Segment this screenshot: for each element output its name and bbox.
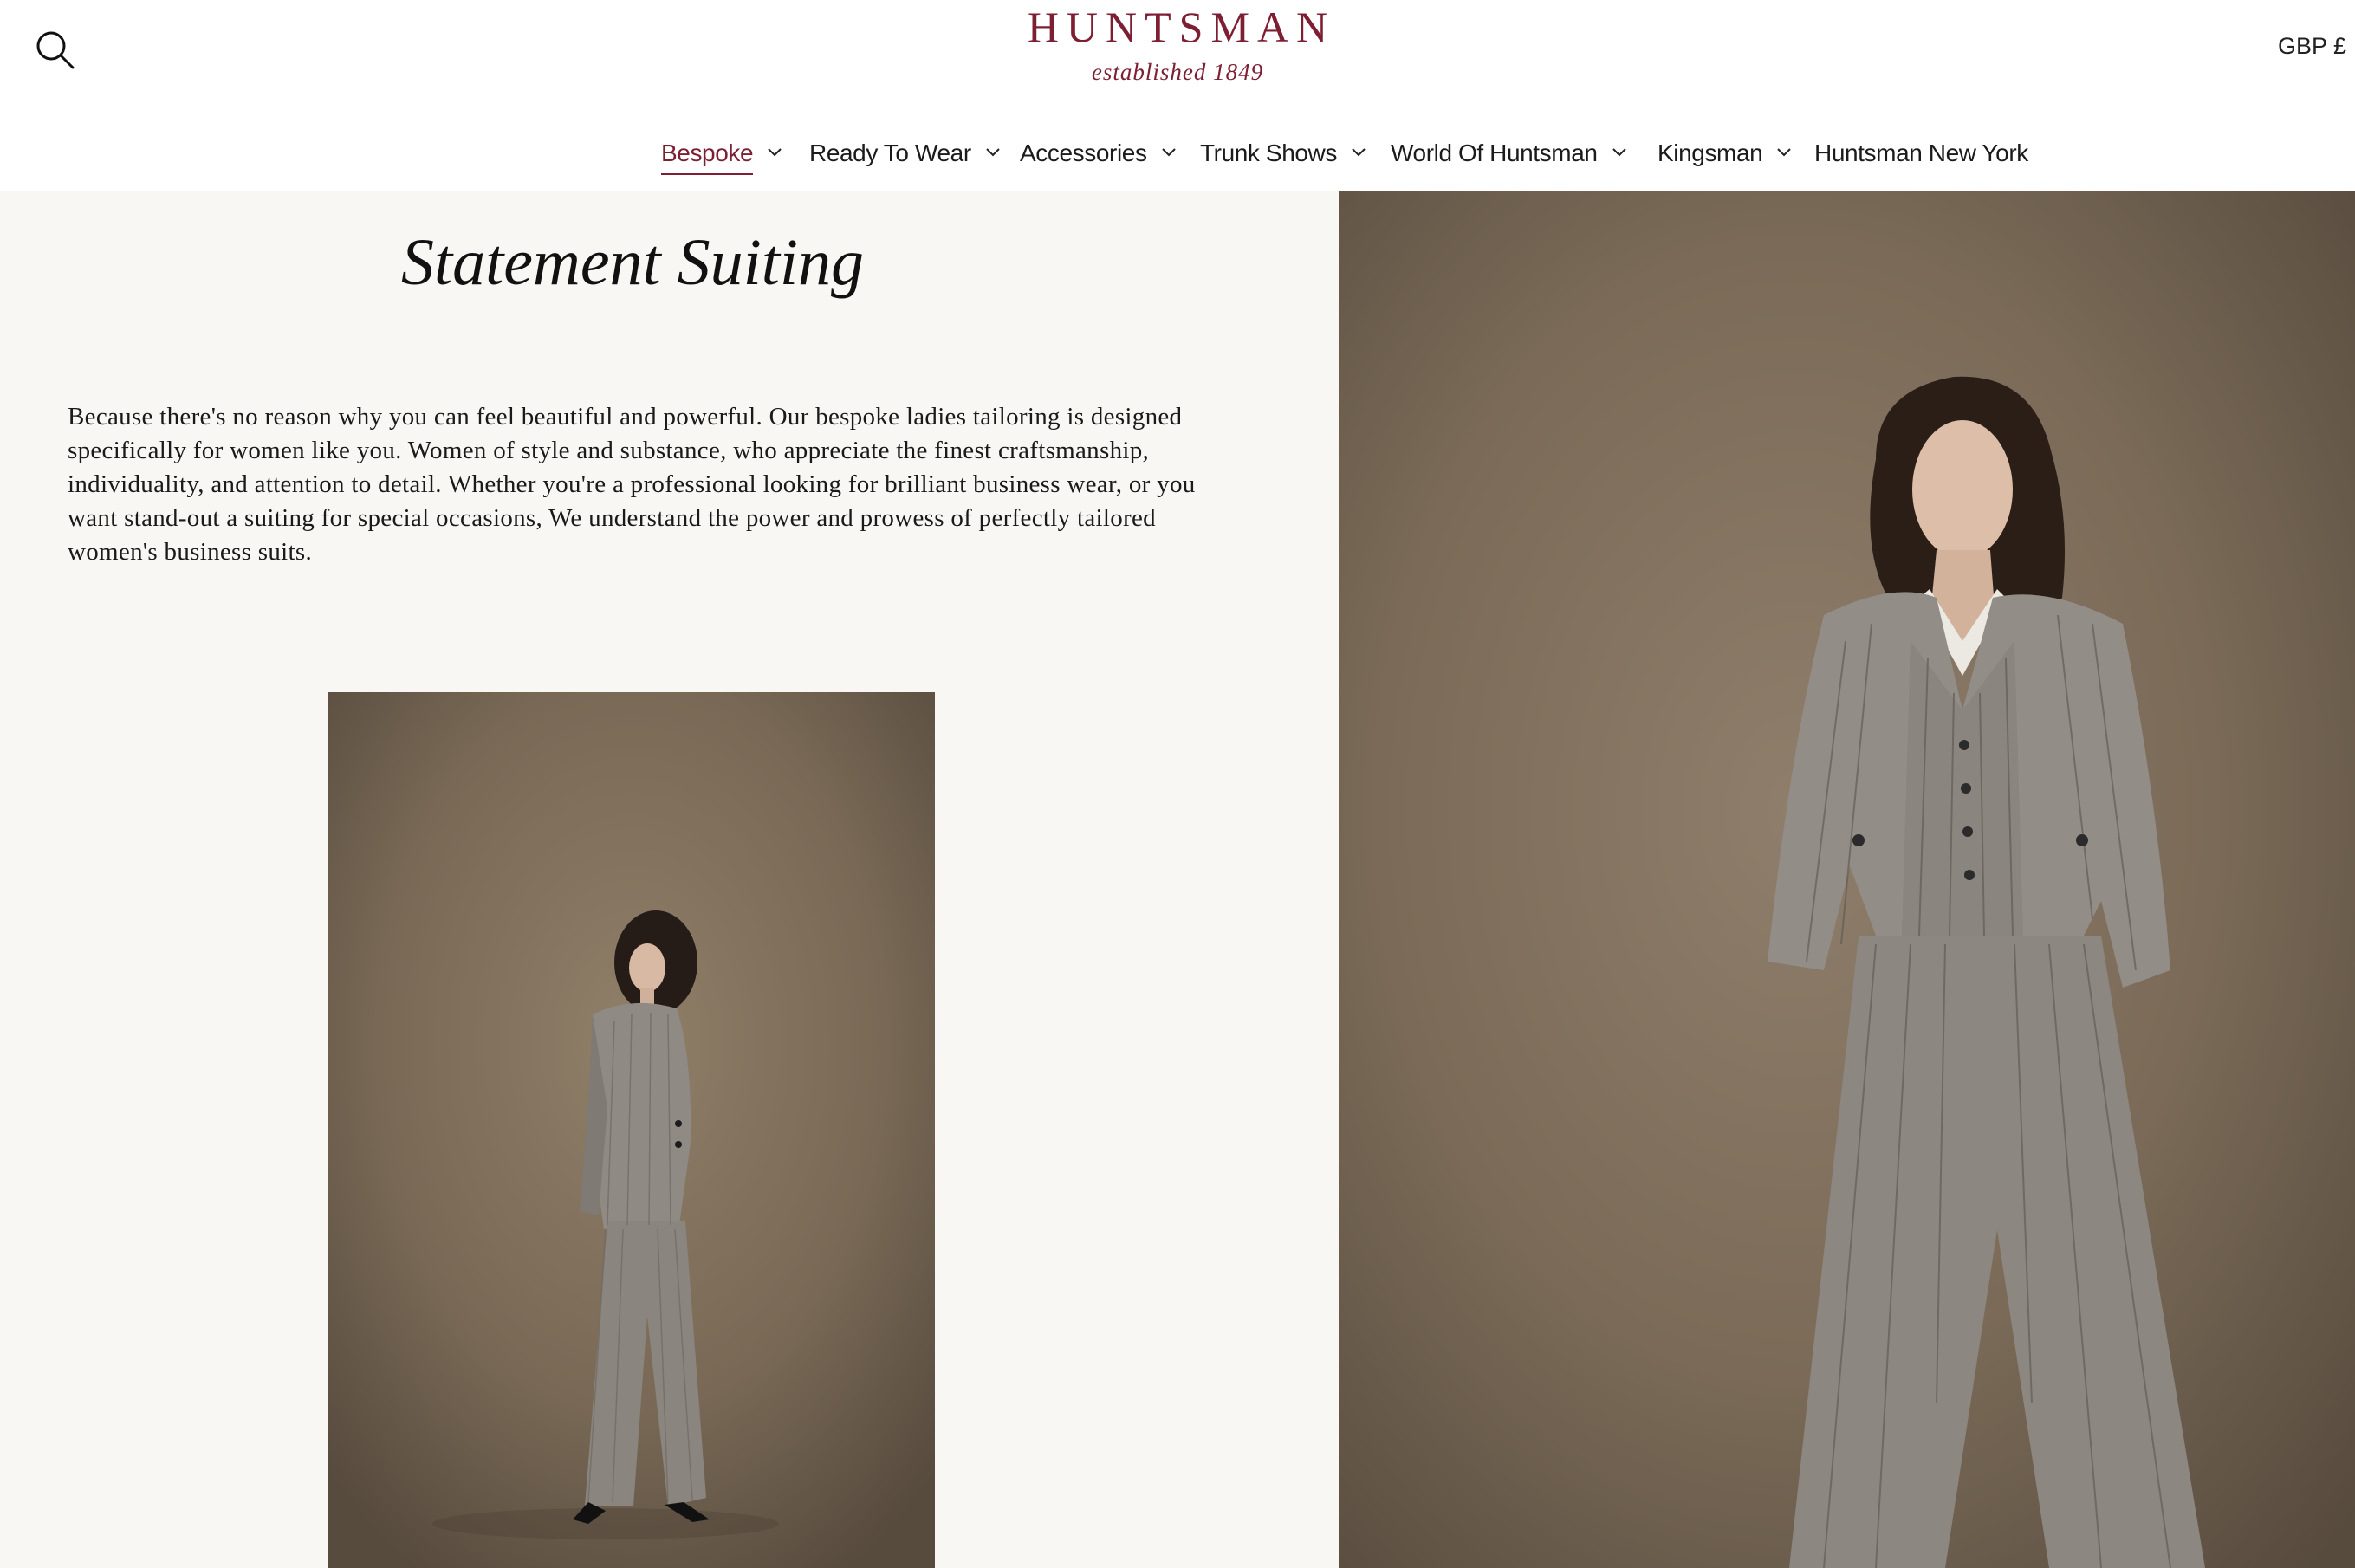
nav-item-huntsman-new-york[interactable]: Huntsman New York [1814, 134, 2028, 172]
chevron-down-icon [1161, 146, 1177, 157]
chevron-down-icon [767, 146, 782, 157]
nav-item-ready-to-wear[interactable]: Ready To Wear [809, 134, 1001, 172]
currency-selector[interactable]: GBP £ [2278, 33, 2346, 60]
chevron-down-icon [1351, 146, 1366, 157]
nav-label-kingsman: Kingsman [1658, 139, 1763, 166]
brand-logo[interactable]: HUNTSMAN established 1849 [874, 0, 1481, 86]
model-full-length-photo [328, 692, 935, 1568]
site-header: HUNTSMAN established 1849 GBP £ Bespoke … [0, 0, 2355, 191]
nav-item-accessories[interactable]: Accessories [1020, 134, 1177, 172]
nav-label-trunk-shows: Trunk Shows [1200, 139, 1337, 166]
chevron-down-icon [985, 146, 1001, 157]
content-panel: Statement Suiting Because there's no rea… [0, 191, 1339, 1568]
brand-wordmark: HUNTSMAN [1027, 3, 1336, 51]
page-title: Statement Suiting [400, 226, 865, 299]
nav-item-world-of-huntsman[interactable]: World Of Huntsman [1391, 134, 1627, 172]
nav-label-huntsman-new-york: Huntsman New York [1814, 139, 2028, 166]
nav-item-kingsman[interactable]: Kingsman [1658, 134, 1792, 172]
chevron-down-icon [1776, 146, 1792, 157]
chevron-down-icon [1612, 146, 1627, 157]
nav-item-bespoke[interactable]: Bespoke [661, 134, 782, 175]
nav-item-trunk-shows[interactable]: Trunk Shows [1200, 134, 1366, 172]
model-closeup-photo [1339, 191, 2355, 1568]
intro-paragraph: Because there's no reason why you can fe… [68, 403, 1196, 566]
nav-label-accessories: Accessories [1020, 139, 1147, 166]
search-icon[interactable] [31, 26, 80, 75]
nav-label-world-of-huntsman: World Of Huntsman [1391, 139, 1598, 166]
brand-tagline: established 1849 [1091, 59, 1264, 85]
nav-label-bespoke: Bespoke [661, 134, 754, 175]
nav-label-ready-to-wear: Ready To Wear [809, 139, 971, 166]
main-nav: Bespoke Ready To Wear Accessories Trunk … [0, 134, 2355, 175]
